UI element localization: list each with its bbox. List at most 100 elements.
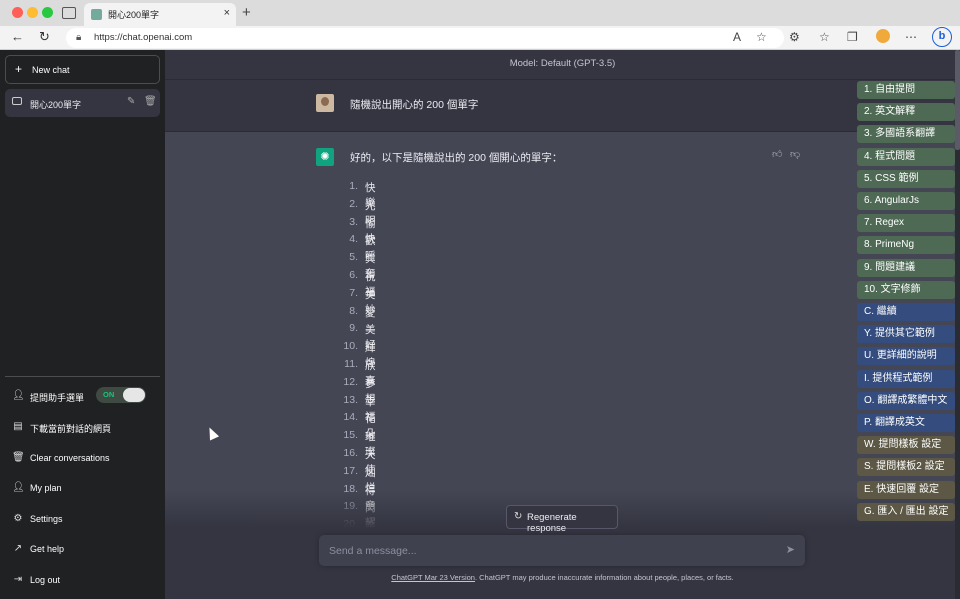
prompt-button[interactable]: 1. 自由提問 bbox=[857, 81, 955, 99]
prompt-button[interactable]: 2. 英文解釋 bbox=[857, 103, 955, 122]
regenerate-button[interactable]: ↻ Regenerate response bbox=[506, 505, 618, 534]
toggle-knob bbox=[123, 388, 145, 402]
more-icon[interactable]: ⋯ bbox=[905, 30, 917, 44]
maximize-window-button[interactable] bbox=[42, 7, 53, 18]
favorites-icon[interactable]: ☆ bbox=[819, 30, 830, 44]
address-bar[interactable]: 🔒︎ https://chat.openai.com bbox=[66, 28, 784, 48]
collections-icon[interactable]: ❐ bbox=[847, 30, 858, 44]
list-item-number: 9. bbox=[349, 322, 358, 335]
prompt-button[interactable]: 10. 文字修飾 bbox=[857, 280, 955, 299]
profile-avatar[interactable] bbox=[876, 29, 890, 43]
list-item-number: 5. bbox=[349, 251, 358, 264]
prompt-button[interactable]: P. 翻譯成英文 bbox=[857, 414, 955, 432]
browser-tab[interactable]: 開心200單字 × bbox=[84, 3, 236, 26]
prompt-button[interactable]: W. 提問樣板 設定 bbox=[857, 436, 955, 455]
footer-disclaimer: ChatGPT Mar 23 Version. ChatGPT may prod… bbox=[165, 573, 960, 582]
download-page-label: 下載當前對話的網頁 bbox=[30, 424, 112, 434]
external-link-icon: ↗ bbox=[13, 543, 23, 554]
prompt-button[interactable]: C. 繼續 bbox=[857, 303, 955, 321]
model-indicator: Model: Default (GPT-3.5) bbox=[165, 50, 960, 80]
send-icon[interactable]: ➤ bbox=[786, 543, 795, 556]
lock-icon: 🔒︎ bbox=[76, 32, 82, 43]
gear-icon: ⚙ bbox=[13, 513, 23, 524]
prompt-button[interactable]: I. 提供程式範例 bbox=[857, 369, 955, 388]
refresh-icon: ↻ bbox=[514, 511, 523, 522]
prompt-button[interactable]: 5. CSS 範例 bbox=[857, 169, 955, 188]
close-tab-icon[interactable]: × bbox=[224, 7, 230, 19]
page-scrollbar[interactable] bbox=[955, 50, 960, 599]
minimize-window-button[interactable] bbox=[27, 7, 38, 18]
list-item-number: 11. bbox=[344, 357, 358, 370]
message-icon bbox=[12, 97, 22, 105]
list-item-number: 8. bbox=[349, 304, 358, 317]
bing-icon[interactable]: b bbox=[932, 27, 952, 47]
document-icon: ▤ bbox=[13, 421, 23, 432]
prompt-button[interactable]: U. 更詳細的說明 bbox=[857, 347, 955, 366]
message-input-box: ➤ bbox=[319, 535, 805, 566]
tab-bar: 開心200單字 × + bbox=[0, 0, 960, 26]
plus-icon: + bbox=[15, 62, 23, 76]
list-item-number: 4. bbox=[349, 233, 358, 246]
prompt-button[interactable]: E. 快速回覆 設定 bbox=[857, 480, 955, 499]
edit-icon[interactable]: ✎ bbox=[127, 96, 135, 107]
clear-conversations-label: Clear conversations bbox=[30, 453, 110, 463]
address-row: ← ↻ 🔒︎ https://chat.openai.com A ☆ ⚙ ☆ ❐… bbox=[0, 26, 960, 50]
list-item-number: 6. bbox=[349, 268, 358, 281]
toggle-state-label: ON bbox=[103, 390, 115, 399]
favicon-icon bbox=[91, 9, 102, 20]
user-icon: 👤︎ bbox=[12, 390, 25, 401]
my-plan-label: My plan bbox=[30, 483, 62, 493]
message-input[interactable] bbox=[329, 543, 769, 558]
new-chat-button[interactable]: + New chat bbox=[5, 55, 160, 84]
prompt-button[interactable]: G. 匯入 / 匯出 設定 bbox=[857, 502, 955, 521]
prompt-button[interactable]: 7. Regex bbox=[857, 214, 955, 233]
prompt-button[interactable]: 4. 程式問題 bbox=[857, 147, 955, 166]
version-link[interactable]: ChatGPT Mar 23 Version bbox=[391, 573, 475, 582]
prompt-button[interactable]: 8. PrimeNg bbox=[857, 236, 955, 255]
new-chat-label: New chat bbox=[32, 65, 70, 75]
list-item-number: 15. bbox=[343, 429, 358, 442]
reload-icon[interactable]: ↻ bbox=[39, 29, 50, 45]
list-item-word: 愛 bbox=[365, 306, 376, 319]
assistant-intro-text: 好的，以下是隨機說出的 200 個開心的單字： bbox=[350, 152, 563, 164]
list-item-number: 3. bbox=[349, 215, 358, 228]
list-item-number: 16. bbox=[343, 446, 358, 459]
prompt-button[interactable]: 9. 問題建議 bbox=[857, 258, 955, 277]
list-item-number: 7. bbox=[349, 286, 358, 299]
new-tab-button[interactable]: + bbox=[242, 4, 251, 21]
prompt-button[interactable]: 3. 多國語系翻譯 bbox=[857, 125, 955, 144]
openai-logo-icon: ✺ bbox=[316, 148, 334, 166]
chat-history-label: 開心200單字 bbox=[30, 100, 82, 110]
logout-icon: ⇥ bbox=[13, 574, 23, 585]
back-icon[interactable]: ← bbox=[11, 29, 24, 44]
conversation-area: Model: Default (GPT-3.5) 隨機說出開心的 200 個單字… bbox=[165, 50, 960, 599]
list-item-number: 12. bbox=[343, 375, 358, 388]
extensions-icon[interactable]: ⚙ bbox=[789, 30, 800, 44]
sidebar-divider bbox=[5, 376, 160, 377]
thumbs-up-icon[interactable]: 👍︎ bbox=[772, 148, 782, 160]
list-item-number: 13. bbox=[343, 393, 358, 406]
prompt-button[interactable]: S. 提問樣板2 設定 bbox=[857, 458, 955, 477]
chat-history-item[interactable]: 開心200單字 ✎ 🗑︎ bbox=[5, 89, 160, 117]
prompt-button[interactable]: Y. 提供其它範例 bbox=[857, 325, 955, 344]
get-help-label: Get help bbox=[30, 544, 65, 554]
assistant-toggle[interactable]: ON bbox=[96, 387, 146, 403]
list-item-number: 17. bbox=[343, 464, 358, 477]
scrollbar-thumb[interactable] bbox=[955, 50, 960, 150]
disclaimer-text: . ChatGPT may produce inaccurate informa… bbox=[474, 573, 734, 582]
list-item-number: 1. bbox=[349, 180, 358, 192]
prompt-button[interactable]: O. 翻譯成繁體中文 bbox=[857, 391, 955, 410]
tab-actions-icon[interactable] bbox=[62, 7, 76, 19]
prompt-button[interactable]: 6. AngularJs bbox=[857, 192, 955, 210]
list-item-number: 14. bbox=[343, 411, 358, 424]
settings-label: Settings bbox=[30, 514, 63, 524]
trash-icon[interactable]: 🗑︎ bbox=[144, 96, 157, 107]
user-avatar bbox=[316, 94, 334, 112]
log-out-label: Log out bbox=[30, 575, 61, 585]
close-window-button[interactable] bbox=[12, 7, 23, 18]
url-text[interactable]: https://chat.openai.com bbox=[94, 32, 192, 43]
user-message-row: 隨機說出開心的 200 個單字 bbox=[165, 80, 960, 132]
read-aloud-icon[interactable]: A bbox=[733, 30, 741, 44]
favorite-add-icon[interactable]: ☆ bbox=[756, 30, 767, 44]
thumbs-down-icon[interactable]: 👎︎ bbox=[790, 148, 800, 160]
